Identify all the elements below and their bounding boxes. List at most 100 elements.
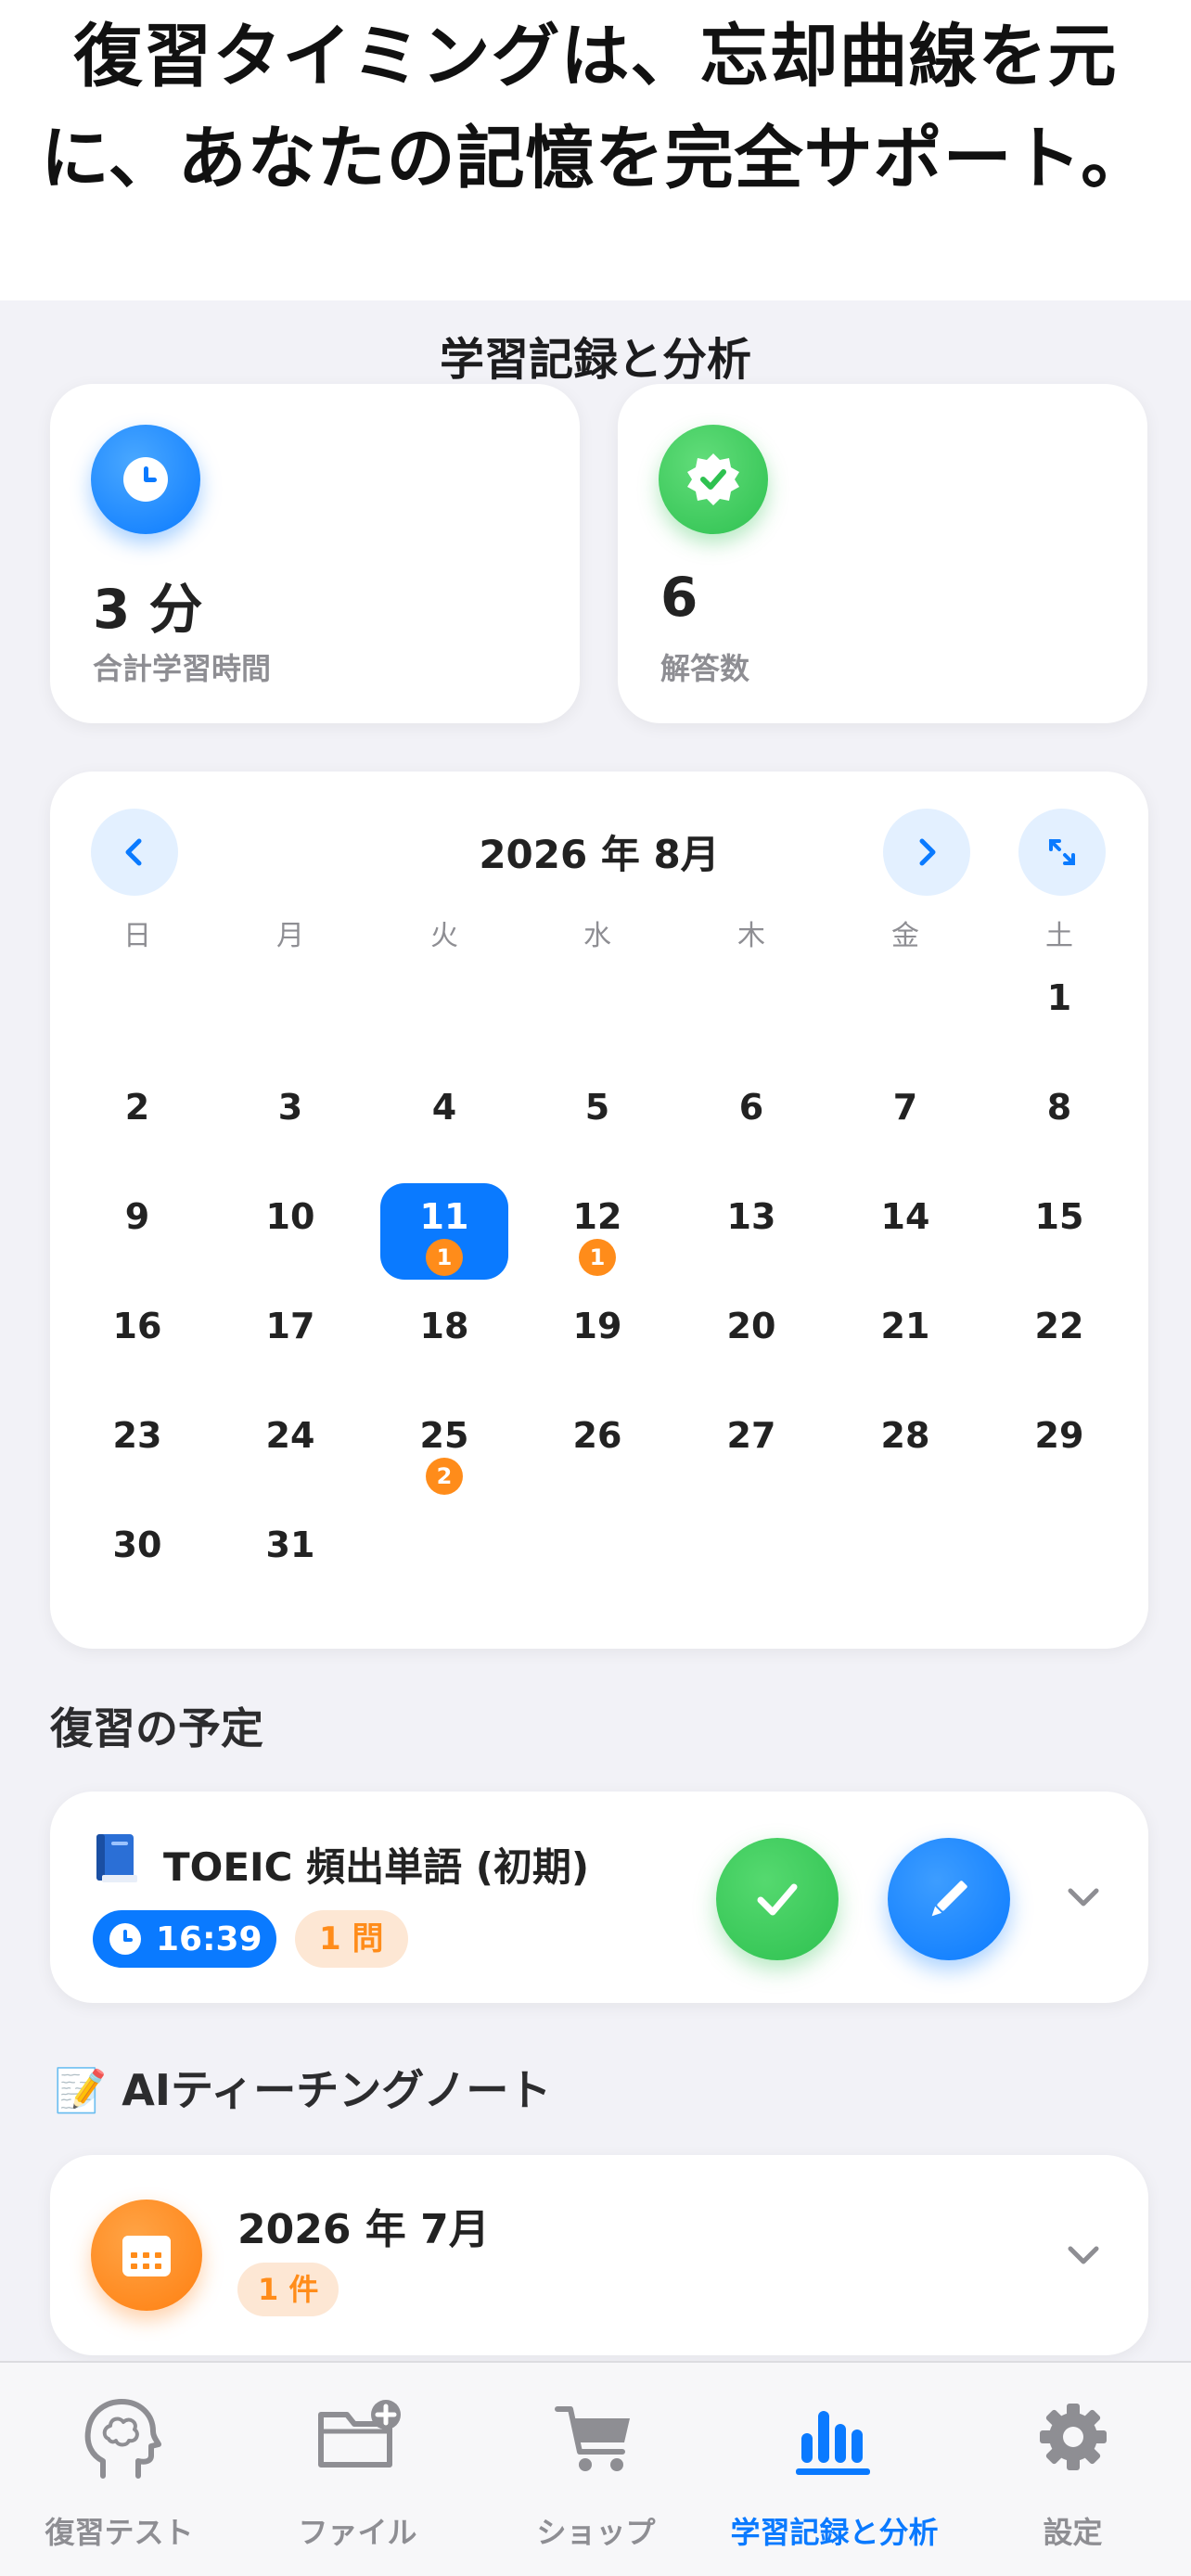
calendar-day[interactable]: 31 (226, 1511, 354, 1608)
chevron-right-icon (919, 838, 936, 866)
calendar-day[interactable]: 22 (995, 1293, 1123, 1389)
day-number: 5 (584, 1087, 610, 1128)
review-item[interactable]: TOEIC 頻出単語 (初期) 16:39 1 問 (50, 1792, 1148, 2003)
day-number: 14 (880, 1196, 930, 1237)
checkmark-icon (757, 1883, 798, 1916)
calendar-day[interactable]: 4 (380, 1074, 508, 1170)
weekday-label: 日 (123, 920, 151, 952)
clock-icon (109, 1923, 141, 1955)
calendar-day[interactable]: 20 (687, 1293, 815, 1389)
tab-label: 設定 (1043, 2515, 1103, 2550)
review-count-badge: 2 (426, 1458, 463, 1495)
calendar-day[interactable]: 14 (841, 1183, 969, 1280)
edit-review-button[interactable] (888, 1838, 1010, 1960)
day-number: 27 (726, 1415, 776, 1456)
tab-records-analysis[interactable]: 学習記録と分析 (715, 2363, 954, 2576)
note-item[interactable]: 2026 年 7月 1 件 (50, 2155, 1148, 2355)
calendar-day[interactable]: 3 (226, 1074, 354, 1170)
day-number: 9 (124, 1196, 150, 1237)
calendar-day-selected[interactable]: 11 1 (380, 1183, 508, 1280)
calendar-icon (91, 2200, 202, 2311)
note-count-badge: 1 件 (237, 2263, 339, 2316)
calendar-day[interactable]: 16 (73, 1293, 201, 1389)
answer-count-card: 6 解答数 (618, 384, 1147, 723)
gear-icon (1039, 2404, 1107, 2470)
calendar-day[interactable]: 24 (226, 1402, 354, 1498)
page-title: 学習記録と分析 (439, 334, 751, 386)
calendar-day[interactable]: 5 (533, 1074, 661, 1170)
calendar-day[interactable]: 13 (687, 1183, 815, 1280)
day-number: 30 (112, 1524, 162, 1565)
calendar-day[interactable]: 8 (995, 1074, 1123, 1170)
notes-section-label: AIティーチングノート (122, 2065, 552, 2115)
calendar-day[interactable]: 26 (533, 1402, 661, 1498)
day-number: 29 (1034, 1415, 1084, 1456)
calendar-day[interactable]: 7 (841, 1074, 969, 1170)
review-time: 16:39 (156, 1919, 263, 1958)
calendar-day[interactable]: 6 (687, 1074, 815, 1170)
calendar-day[interactable]: 19 (533, 1293, 661, 1389)
calendar-day[interactable]: 23 (73, 1402, 201, 1498)
calendar-day[interactable]: 29 (995, 1402, 1123, 1498)
banner-line-1: 復習タイミングは、忘却曲線を元 (73, 17, 1118, 96)
bar-chart-icon (795, 2411, 870, 2475)
promo-banner: 復習タイミングは、忘却曲線を元 に、あなたの記憶を完全サポート。 (0, 0, 1191, 300)
calendar-day[interactable]: 1 (995, 964, 1123, 1061)
note-item-title: 2026 年 7月 (237, 2206, 490, 2253)
calendar-day[interactable]: 2 (73, 1074, 201, 1170)
calendar-day[interactable]: 18 (380, 1293, 508, 1389)
review-count-badge: 1 (426, 1239, 463, 1276)
next-month-button[interactable] (883, 809, 970, 896)
weekday-label: 月 (276, 920, 304, 952)
tab-review-test[interactable]: 復習テスト (0, 2363, 238, 2576)
calendar-day[interactable]: 30 (73, 1511, 201, 1608)
weekday-label: 木 (737, 920, 765, 952)
clock-icon (91, 425, 200, 534)
calendar-day[interactable]: 15 (995, 1183, 1123, 1280)
day-number: 17 (265, 1306, 315, 1346)
review-item-title: TOEIC 頻出単語 (初期) (163, 1844, 590, 1890)
app-screen: 学習記録と分析 3 分 合計学習時間 6 解答数 2026 年 8月 日 月 火 水 木… (0, 300, 1191, 2576)
complete-review-button[interactable] (716, 1838, 839, 1960)
calendar-day[interactable]: 9 (73, 1183, 201, 1280)
day-number: 25 (419, 1415, 469, 1456)
expand-calendar-button[interactable] (1018, 809, 1106, 896)
calendar-day[interactable]: 12 1 (533, 1183, 661, 1280)
day-number: 15 (1034, 1196, 1084, 1237)
day-number: 19 (572, 1306, 622, 1346)
tab-shop[interactable]: ショップ (477, 2363, 715, 2576)
notes-section-title: 📝 AIティーチングノート (54, 2057, 551, 2118)
calendar-day[interactable]: 17 (226, 1293, 354, 1389)
day-number: 11 (419, 1196, 469, 1237)
total-time-value: 3 分 (93, 578, 203, 641)
calendar-day[interactable]: 25 2 (380, 1402, 508, 1498)
brain-head-icon (84, 2399, 161, 2479)
review-count-badge: 1 (579, 1239, 616, 1276)
day-number: 16 (112, 1306, 162, 1346)
cart-icon (554, 2406, 630, 2471)
day-number: 28 (880, 1415, 930, 1456)
day-number: 26 (572, 1415, 622, 1456)
day-number: 3 (277, 1087, 303, 1128)
tab-files[interactable]: ファイル (238, 2363, 477, 2576)
expand-icon (1049, 839, 1075, 865)
chevron-down-icon[interactable] (1061, 2233, 1106, 2277)
weekday-label: 金 (891, 920, 919, 952)
chevron-down-icon[interactable] (1061, 1875, 1106, 1919)
verified-badge-icon (659, 425, 768, 534)
tab-bar: 復習テスト ファイル ショップ 学習記録と分析 設定 (0, 2361, 1191, 2576)
tab-settings[interactable]: 設定 (954, 2363, 1191, 2576)
calendar-day[interactable]: 21 (841, 1293, 969, 1389)
banner-line-2: に、あなたの記憶を完全サポート。 (40, 119, 1151, 198)
calendar-day[interactable]: 10 (226, 1183, 354, 1280)
answer-count-value: 6 (660, 566, 698, 629)
tab-label: 学習記録と分析 (730, 2515, 939, 2550)
day-number: 18 (419, 1306, 469, 1346)
calendar-day[interactable]: 28 (841, 1402, 969, 1498)
calendar-day[interactable]: 27 (687, 1402, 815, 1498)
day-number: 10 (265, 1196, 315, 1237)
weekday-label: 土 (1045, 920, 1073, 952)
day-number: 20 (726, 1306, 776, 1346)
review-count-badge: 1 問 (295, 1910, 408, 1968)
answer-count-label: 解答数 (660, 651, 750, 686)
